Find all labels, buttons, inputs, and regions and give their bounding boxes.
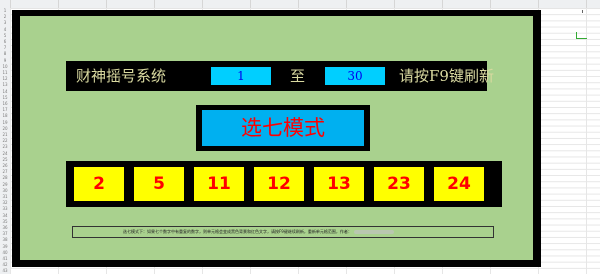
blurred-author xyxy=(353,230,394,234)
range-to-cell[interactable]: 30 xyxy=(325,67,385,85)
row-number[interactable]: 29 xyxy=(0,182,10,188)
column-divider xyxy=(298,0,299,8)
column-divider xyxy=(586,0,587,8)
row-number[interactable]: 39 xyxy=(0,244,10,250)
row-number[interactable]: 11 xyxy=(0,70,10,76)
row-number[interactable]: 7 xyxy=(0,45,10,51)
cell-marker xyxy=(582,10,583,13)
row-number[interactable]: 15 xyxy=(0,95,10,101)
row-number[interactable]: 27 xyxy=(0,169,10,175)
row-number[interactable]: 8 xyxy=(0,51,10,57)
row-number[interactable]: 36 xyxy=(0,225,10,231)
row-number[interactable]: 31 xyxy=(0,194,10,200)
row-number[interactable]: 18 xyxy=(0,113,10,119)
row-number[interactable]: 3 xyxy=(0,20,10,26)
column-divider xyxy=(58,0,59,8)
row-number[interactable]: 17 xyxy=(0,107,10,113)
row-number[interactable]: 26 xyxy=(0,163,10,169)
row-number[interactable]: 22 xyxy=(0,138,10,144)
row-number[interactable]: 19 xyxy=(0,120,10,126)
row-number[interactable]: 2 xyxy=(0,14,10,20)
row-number[interactable]: 33 xyxy=(0,206,10,212)
row-number[interactable]: 37 xyxy=(0,231,10,237)
number-row: 2 5 11 12 13 23 24 xyxy=(66,161,502,207)
mode-frame: 选七模式 xyxy=(196,105,370,151)
number-cell-5[interactable]: 13 xyxy=(314,167,364,201)
row-number[interactable]: 9 xyxy=(0,58,10,64)
title-bar: 财神摇号系统 1 至 30 请按F9键刷新 xyxy=(66,61,494,91)
row-number[interactable]: 34 xyxy=(0,213,10,219)
row-number[interactable]: 12 xyxy=(0,76,10,82)
column-divider xyxy=(202,0,203,8)
select-seven-mode-button[interactable]: 选七模式 xyxy=(202,110,364,146)
column-divider xyxy=(10,0,11,8)
refresh-hint: 请按F9键刷新 xyxy=(399,67,494,85)
mode-note-text: 选七模式下：如果七个数字中有重复的数字，则单元格会变成黑色背景和红色文字，请按F… xyxy=(123,229,352,234)
column-divider xyxy=(346,0,347,8)
row-number[interactable]: 38 xyxy=(0,237,10,243)
lottery-board: 财神摇号系统 1 至 30 请按F9键刷新 选七模式 2 5 11 12 13 … xyxy=(12,10,541,267)
row-number[interactable]: 5 xyxy=(0,33,10,39)
row-number[interactable]: 43 xyxy=(0,268,10,274)
row-number[interactable]: 23 xyxy=(0,144,10,150)
row-number[interactable]: 42 xyxy=(0,262,10,268)
row-number[interactable]: 21 xyxy=(0,132,10,138)
row-number[interactable]: 28 xyxy=(0,175,10,181)
selection-corner xyxy=(576,32,587,39)
column-divider xyxy=(442,0,443,8)
row-number[interactable]: 16 xyxy=(0,101,10,107)
column-divider xyxy=(538,0,539,8)
row-number[interactable]: 4 xyxy=(0,27,10,33)
range-separator: 至 xyxy=(290,67,306,85)
row-number[interactable]: 20 xyxy=(0,126,10,132)
column-divider xyxy=(106,0,107,8)
number-cell-3[interactable]: 11 xyxy=(194,167,244,201)
row-number[interactable]: 41 xyxy=(0,256,10,262)
column-divider xyxy=(250,0,251,8)
row-number[interactable]: 14 xyxy=(0,89,10,95)
row-number[interactable]: 32 xyxy=(0,200,10,206)
row-number[interactable]: 40 xyxy=(0,250,10,256)
number-cell-7[interactable]: 24 xyxy=(434,167,484,201)
column-divider xyxy=(154,0,155,8)
system-title: 财神摇号系统 xyxy=(76,67,167,85)
row-number[interactable]: 13 xyxy=(0,82,10,88)
mode-note: 选七模式下：如果七个数字中有重复的数字，则单元格会变成黑色背景和红色文字，请按F… xyxy=(72,226,494,238)
row-number[interactable]: 24 xyxy=(0,151,10,157)
number-cell-4[interactable]: 12 xyxy=(254,167,304,201)
column-divider xyxy=(490,0,491,8)
row-number[interactable]: 1 xyxy=(0,8,10,14)
number-cell-2[interactable]: 5 xyxy=(134,167,184,201)
board-panel: 财神摇号系统 1 至 30 请按F9键刷新 选七模式 2 5 11 12 13 … xyxy=(20,16,533,260)
column-divider xyxy=(394,0,395,8)
row-number[interactable]: 25 xyxy=(0,157,10,163)
row-number[interactable]: 10 xyxy=(0,64,10,70)
range-from-cell[interactable]: 1 xyxy=(211,67,271,85)
row-number[interactable]: 30 xyxy=(0,188,10,194)
row-number[interactable]: 6 xyxy=(0,39,10,45)
number-cell-6[interactable]: 23 xyxy=(374,167,424,201)
row-number[interactable]: 35 xyxy=(0,219,10,225)
number-cell-1[interactable]: 2 xyxy=(74,167,124,201)
